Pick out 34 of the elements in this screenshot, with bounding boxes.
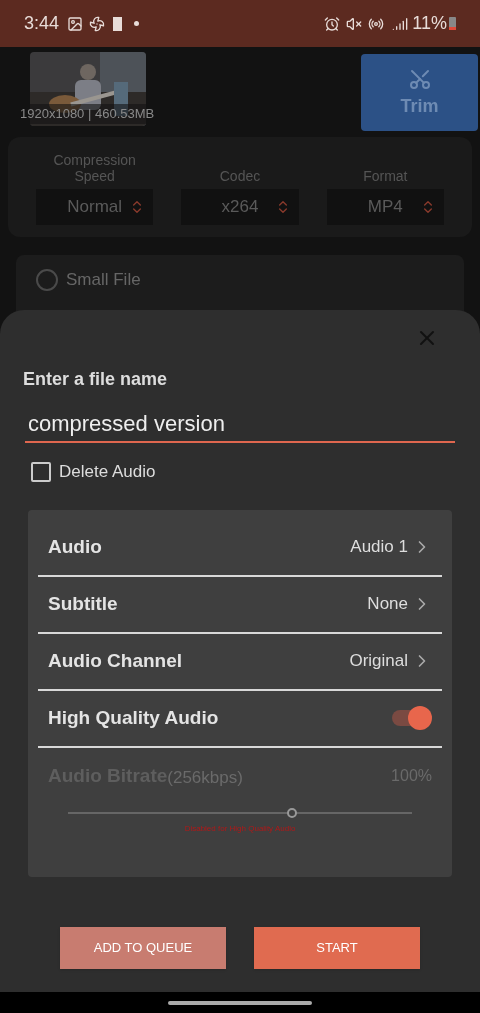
option-label: Codec (219, 168, 261, 184)
setting-label: Subtitle (48, 591, 118, 616)
setting-label: Audio Channel (48, 648, 183, 673)
battery-icon (449, 17, 456, 30)
disabled-note: Disabled for High Quality Audio (183, 823, 297, 835)
queue-button[interactable]: ADD TO QUEUE (60, 926, 226, 969)
sheet-title: Enter a file name (23, 368, 169, 391)
option-spinner[interactable]: MP4 (326, 189, 444, 225)
option-spinner[interactable]: x264 (181, 189, 299, 225)
signal-icon (392, 15, 409, 32)
option-label: Compression Speed (52, 152, 137, 184)
setting-label: Audio (48, 534, 102, 559)
alarm-icon (324, 15, 341, 32)
checkbox-label: Delete Audio (59, 461, 156, 483)
video-info: 1920x1080 | 460.53MB (20, 104, 155, 124)
trim-button[interactable]: Trim (361, 54, 478, 131)
start-button[interactable]: START (254, 926, 420, 969)
setting-label: High Quality Audio (48, 705, 219, 730)
preset-label: Small File (66, 269, 141, 291)
option-label: Format (363, 168, 408, 184)
toggle-switch[interactable] (392, 706, 432, 730)
radio-button[interactable] (36, 268, 58, 291)
checkbox[interactable] (31, 461, 51, 482)
setting-value[interactable]: None (367, 591, 432, 617)
mute-icon (346, 15, 363, 32)
battery-percent: 11% (412, 12, 447, 35)
app-icon (113, 16, 123, 31)
option-spinner[interactable]: Normal (36, 189, 154, 225)
status-time: 3:44 (24, 12, 60, 35)
setting-value[interactable]: Original (349, 648, 432, 674)
image-icon (67, 15, 84, 32)
fan-icon (89, 15, 106, 32)
setting-value[interactable]: Audio 1 (350, 534, 432, 560)
home-pill[interactable] (168, 1000, 312, 1005)
